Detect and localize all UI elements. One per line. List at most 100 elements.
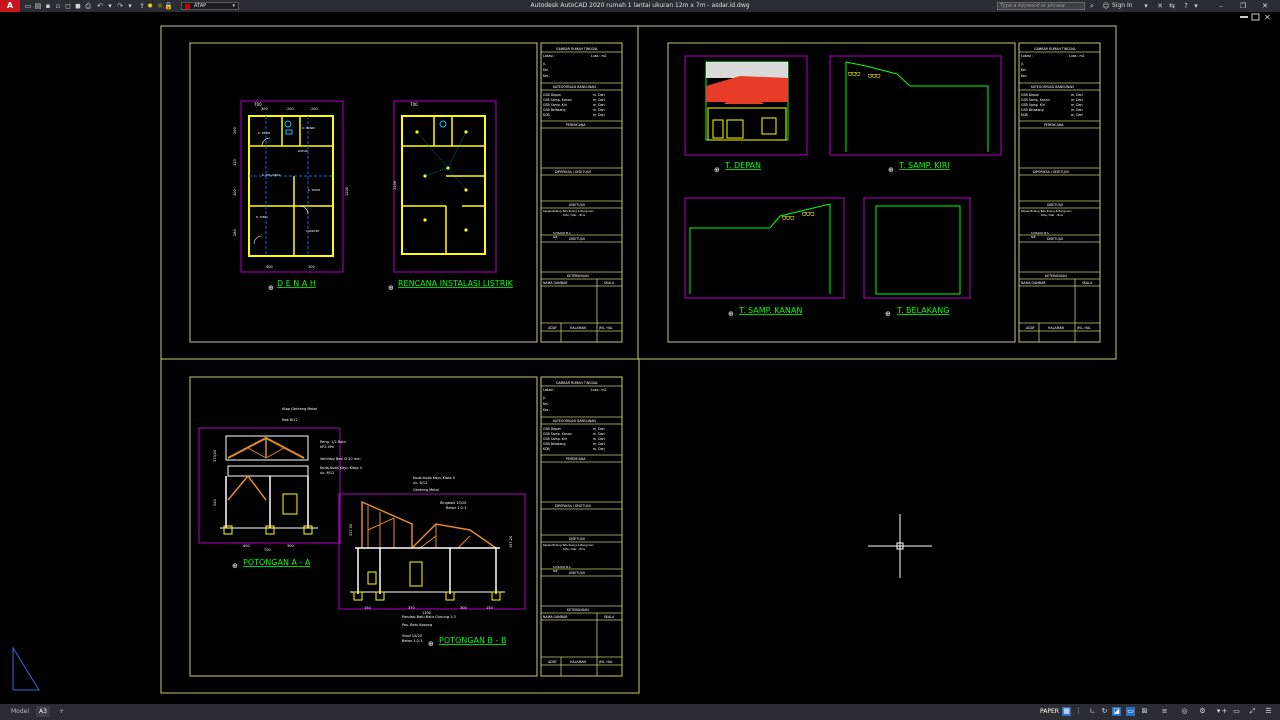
svg-text:ᗜᗜᗜ: ᗜᗜᗜ bbox=[848, 72, 860, 78]
svg-text:700: 700 bbox=[264, 548, 271, 552]
tb-luas: Luas : m2 bbox=[1069, 54, 1085, 58]
svg-text:300: 300 bbox=[287, 544, 294, 548]
selection-cycling-icon[interactable]: ◎ bbox=[1180, 707, 1189, 716]
svg-text:700: 700 bbox=[410, 102, 418, 107]
tb-keterangan: KETERANGAN bbox=[1045, 274, 1067, 278]
tb-kabid: Kepala Bidang Tata Ruang & Bangunan bbox=[543, 209, 594, 213]
svg-text:337.50: 337.50 bbox=[349, 524, 353, 536]
paper-space-label[interactable]: PAPER bbox=[1040, 708, 1059, 715]
tb-keterangan: KETERANGAN bbox=[567, 608, 589, 612]
tb-item: GSB Depan bbox=[543, 427, 561, 431]
polar-icon[interactable]: ↻ bbox=[1100, 707, 1109, 716]
svg-text:300: 300 bbox=[233, 127, 237, 134]
svg-text:200: 200 bbox=[287, 107, 294, 111]
sheet-denah: 700 300 200 200 400 300 300 120 300 280 … bbox=[189, 42, 538, 343]
tab-model[interactable]: Model bbox=[8, 706, 32, 717]
tb-project: GAMBAR RUMAH TINGGAL bbox=[556, 381, 598, 385]
customize-menu-icon[interactable]: ☰ bbox=[1264, 707, 1273, 716]
svg-text:R. KELUARGA: R. KELUARGA bbox=[262, 173, 281, 177]
tb-footer-addf: ADDF bbox=[548, 326, 557, 330]
tb-footer-jml: JML. HAL bbox=[598, 326, 613, 330]
minimize-button[interactable]: – bbox=[1216, 1, 1226, 11]
tb-diperiksa: DIPERIKSA / DISETUJUI bbox=[555, 170, 591, 174]
tb-item-value: m, Dari bbox=[593, 103, 605, 107]
svg-text:Atap Genteng Metal: Atap Genteng Metal bbox=[282, 407, 317, 411]
tb-item-value: m, Dari bbox=[593, 108, 605, 112]
title-block-sheet1: GAMBAR RUMAH TINGGALLokasi : Luas : m2 Jl.… bbox=[540, 42, 623, 343]
tampak-kanan-label: ⊕ T. SAMP. KANAN bbox=[728, 306, 802, 318]
tb-item: GSB Samp. Kanan bbox=[1021, 98, 1050, 102]
document-window-controls[interactable]: ✕ bbox=[1240, 13, 1271, 22]
annotation-scale-icon[interactable]: ⊠ bbox=[1140, 707, 1149, 716]
tb-item: GSB Samp. Kanan bbox=[543, 98, 572, 102]
svg-text:Beton 1:2:3: Beton 1:2:3 bbox=[402, 639, 422, 643]
tb-address-line: Jl. bbox=[542, 62, 546, 66]
close-button[interactable]: ✕ bbox=[1260, 1, 1270, 11]
tb-disetujui: DISETUJUI bbox=[1047, 203, 1063, 207]
svg-text:Kuda-Kuda Kayu Klass II: Kuda-Kuda Kayu Klass II bbox=[320, 466, 362, 470]
tb-kategori: KATEGORISASI BANGUNAN bbox=[553, 85, 596, 89]
osnap-icon[interactable]: ◪ bbox=[1112, 707, 1121, 716]
svg-text:T. SAMP. KIRI: T. SAMP. KIRI bbox=[898, 161, 950, 170]
tb-address-line: Jl. bbox=[542, 396, 546, 400]
search-icon[interactable]: ⌕ bbox=[1088, 2, 1096, 10]
drawing-canvas[interactable]: ✕ 700 300 200 200 400 300 300 120 300 28… bbox=[0, 12, 1280, 704]
tb-skala: SKALA bbox=[1082, 281, 1093, 285]
add-icon[interactable]: + bbox=[1220, 707, 1229, 716]
fullscreen-icon[interactable]: ⤢ bbox=[1248, 707, 1257, 716]
settings-gear-icon[interactable]: ⚙ bbox=[1198, 707, 1207, 716]
add-layout-tab-button[interactable]: + bbox=[56, 706, 67, 717]
tb-address-line: Kel. bbox=[1021, 68, 1027, 72]
help-icon[interactable]: ? bbox=[1182, 2, 1190, 10]
svg-text:Nok 8/12: Nok 8/12 bbox=[282, 418, 298, 422]
autodesk-app-store-icon[interactable]: ✕ bbox=[1156, 2, 1164, 10]
tb-nip2: NIP. bbox=[553, 235, 558, 239]
viewport-bottom[interactable] bbox=[160, 358, 640, 694]
tb-item: KDB bbox=[543, 113, 550, 117]
tb-address-line: Kec. bbox=[543, 408, 550, 412]
svg-text:400: 400 bbox=[266, 265, 273, 269]
tb-item-value: m, Dari bbox=[593, 447, 605, 451]
svg-text:⊕: ⊕ bbox=[232, 562, 238, 570]
tab-a3[interactable]: A3 bbox=[36, 706, 50, 717]
tb-item-value: m, Dari bbox=[1071, 98, 1083, 102]
tb-item: GSB Belakang bbox=[543, 442, 565, 446]
ortho-icon[interactable]: ∟ bbox=[1088, 707, 1097, 716]
svg-text:uk. 6/12: uk. 6/12 bbox=[413, 481, 427, 485]
svg-text:T. SAMP. KANAN: T. SAMP. KANAN bbox=[738, 306, 802, 315]
sign-in-link[interactable]: Sign In bbox=[1112, 2, 1133, 9]
tb-item: KDB bbox=[1021, 113, 1028, 117]
user-icon[interactable]: ☺ bbox=[1102, 2, 1110, 10]
snap-icon[interactable]: ⋮ bbox=[1074, 707, 1083, 716]
tb-address-line: Kec. bbox=[1021, 74, 1028, 78]
svg-text:DAPUR: DAPUR bbox=[298, 149, 308, 153]
restore-button[interactable]: ❐ bbox=[1238, 1, 1248, 11]
tb-luas: Luas : m2 bbox=[591, 54, 607, 58]
svg-text:✕: ✕ bbox=[1264, 13, 1271, 22]
sheet-potongan: Atap Genteng Metal Nok 8/12 Reng. 1/2 Ba… bbox=[189, 376, 538, 677]
svg-text:Beton 1:2:3: Beton 1:2:3 bbox=[446, 506, 466, 510]
potongan-a-label: ⊕ POTONGAN A - A bbox=[232, 558, 311, 570]
isolate-objects-icon[interactable]: ▭ bbox=[1232, 707, 1241, 716]
status-bar: Model A3 + PAPER ▦ ⋮ ∟ ↻ ◪ ▭ ⊠ ≡ ◎ ⚙ ▾ +… bbox=[0, 704, 1280, 720]
keyword-search-input[interactable]: Type a keyword or phrase bbox=[997, 2, 1085, 10]
svg-text:kP2.4Px: kP2.4Px bbox=[320, 445, 334, 449]
tb-item-value: m, Dari bbox=[593, 442, 605, 446]
tb-skala: SKALA bbox=[604, 615, 615, 619]
svg-text:RENCANA INSTALASI LISTRIK: RENCANA INSTALASI LISTRIK bbox=[398, 279, 514, 288]
help-dropdown-icon[interactable]: ▾ bbox=[1192, 2, 1200, 10]
sign-in-dropdown-icon[interactable]: ▾ bbox=[1142, 2, 1150, 10]
tb-nip: S.PISAUD.M.S bbox=[1031, 231, 1049, 235]
tb-address-line: Jl. bbox=[1020, 62, 1024, 66]
tb-item-value: m, Dari bbox=[1071, 108, 1083, 112]
lineweight-icon[interactable]: ≡ bbox=[1160, 707, 1169, 716]
svg-text:370/20: 370/20 bbox=[213, 450, 217, 462]
tb-perencana: PERENCANA bbox=[566, 123, 586, 127]
svg-text:150: 150 bbox=[486, 606, 493, 610]
tb-nip2: NIP. bbox=[1031, 235, 1036, 239]
exchange-icon[interactable]: ⇆ bbox=[1168, 2, 1176, 10]
grid-icon[interactable]: ▦ bbox=[1062, 707, 1071, 716]
otrack-icon[interactable]: ▭ bbox=[1126, 707, 1135, 716]
tb-project: GAMBAR RUMAH TINGGAL bbox=[1034, 47, 1076, 51]
svg-text:240: 240 bbox=[213, 499, 217, 506]
